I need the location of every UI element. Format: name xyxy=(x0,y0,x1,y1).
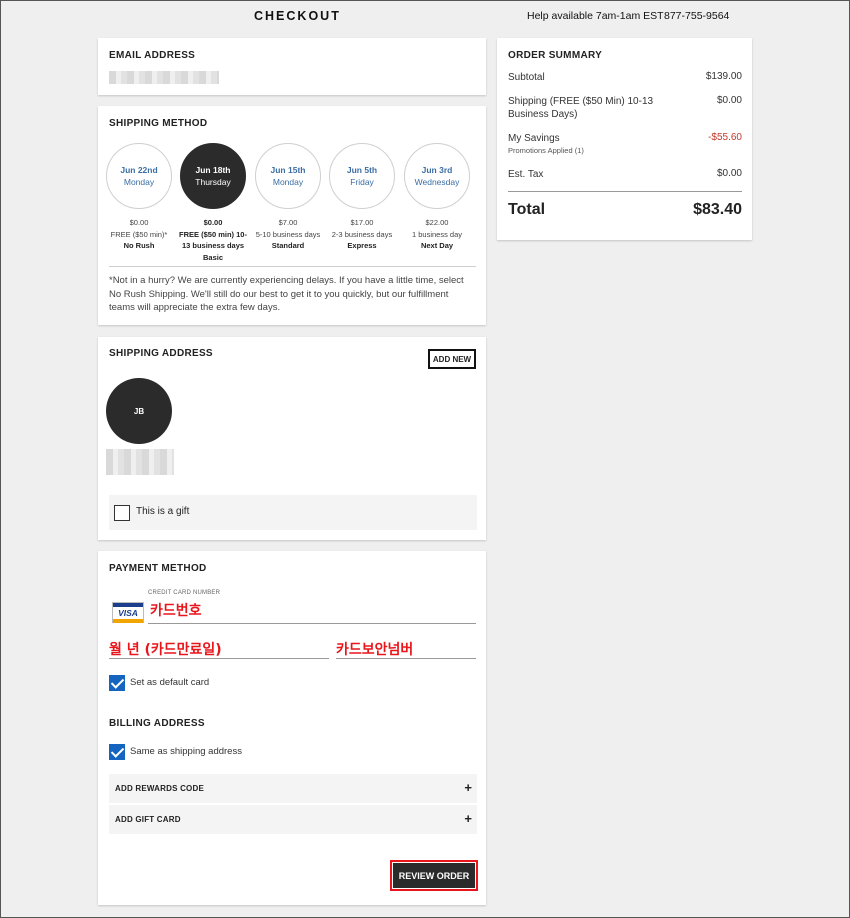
add-rewards-code-row[interactable]: ADD REWARDS CODE + xyxy=(109,774,477,803)
add-gift-card-row[interactable]: ADD GIFT CARD + xyxy=(109,805,477,834)
email-section-title: EMAIL ADDRESS xyxy=(109,50,196,61)
email-value-redacted xyxy=(109,71,219,84)
order-summary-title: ORDER SUMMARY xyxy=(508,50,603,61)
shipping-option-no-rush[interactable]: Jun 22nd Monday $0.00 FREE ($50 min)* No… xyxy=(105,143,173,252)
same-as-shipping-checkbox[interactable] xyxy=(109,744,125,760)
default-card-checkbox[interactable] xyxy=(109,675,125,691)
avatar[interactable]: JB xyxy=(106,378,172,444)
card-number-underline xyxy=(148,623,476,624)
payment-method-title: PAYMENT METHOD xyxy=(109,563,207,574)
shipping-name: Express xyxy=(347,241,377,250)
shipping-name: Next Day xyxy=(420,241,454,250)
card-number-label: CREDIT CARD NUMBER xyxy=(148,590,221,596)
shipping-name: Standard xyxy=(271,241,305,250)
shipping-desc: 5-10 business days xyxy=(255,229,321,239)
shipping-option-express[interactable]: Jun 5th Friday $17.00 2-3 business days … xyxy=(328,143,396,252)
plus-icon[interactable]: + xyxy=(464,811,472,826)
shipping-desc: 1 business day xyxy=(411,229,463,239)
shipping-name: No Rush xyxy=(123,241,155,250)
plus-icon[interactable]: + xyxy=(464,780,472,795)
shipping-price: $0.00 xyxy=(203,218,223,227)
help-phone-link[interactable]: 877-755-9564 xyxy=(664,10,729,22)
payment-section: PAYMENT METHOD CREDIT CARD NUMBER VISA 카… xyxy=(98,551,486,905)
email-section: EMAIL ADDRESS xyxy=(98,38,486,95)
shipping-desc: FREE ($50 min)* xyxy=(110,229,168,239)
card-number-input[interactable]: 카드번호 xyxy=(150,600,202,620)
address-redacted xyxy=(106,449,174,475)
shipping-address-section: SHIPPING ADDRESS ADD NEW JB This is a gi… xyxy=(98,337,486,540)
shipping-option-basic[interactable]: Jun 18th Thursday $0.00 FREE ($50 min) 1… xyxy=(179,143,247,263)
gift-option-row[interactable]: This is a gift xyxy=(109,495,477,530)
shipping-price: $22.00 xyxy=(425,218,449,227)
cvv-input[interactable]: 카드보안넘버 xyxy=(336,639,413,659)
gift-checkbox[interactable] xyxy=(114,505,130,521)
shipping-option-standard[interactable]: Jun 15th Monday $7.00 5-10 business days… xyxy=(254,143,322,252)
gift-checkbox-label: This is a gift xyxy=(136,506,190,517)
review-order-button[interactable]: REVIEW ORDER xyxy=(393,863,475,888)
shipping-address-title: SHIPPING ADDRESS xyxy=(109,348,213,359)
billing-address-title: BILLING ADDRESS xyxy=(109,718,205,729)
total-row: Total $83.40 xyxy=(508,201,742,218)
promotions-applied: Promotions Applied (1) xyxy=(508,146,584,155)
divider xyxy=(109,266,476,267)
expiry-input[interactable]: 월 년 (카드만료일) xyxy=(109,639,222,659)
order-summary-section: ORDER SUMMARY Subtotal $139.00 Shipping … xyxy=(497,38,752,240)
visa-card-icon: VISA xyxy=(112,602,144,623)
page-title: CHECKOUT xyxy=(254,9,341,23)
cvv-underline xyxy=(336,658,476,659)
shipping-desc: FREE ($50 min) 10-13 business days xyxy=(179,229,247,251)
shipping-price: $17.00 xyxy=(350,218,374,227)
shipping-date-circle[interactable]: Jun 22nd Monday xyxy=(106,143,172,209)
shipping-date-circle-selected[interactable]: Jun 18th Thursday xyxy=(180,143,246,209)
shipping-name: Basic xyxy=(202,252,223,262)
default-card-label: Set as default card xyxy=(130,677,210,688)
shipping-date-circle[interactable]: Jun 15th Monday xyxy=(255,143,321,209)
add-gift-card-label: ADD GIFT CARD xyxy=(115,815,181,824)
shipping-delay-note: *Not in a hurry? We are currently experi… xyxy=(109,275,464,313)
add-new-address-button[interactable]: ADD NEW xyxy=(428,349,476,369)
shipping-option-next-day[interactable]: Jun 3rd Wednesday $22.00 1 business day … xyxy=(403,143,471,252)
review-order-highlight: REVIEW ORDER xyxy=(390,860,478,891)
shipping-desc: 2-3 business days xyxy=(331,229,393,239)
help-hours-text: Help available 7am-1am EST xyxy=(527,10,664,22)
shipping-price: $0.00 xyxy=(129,218,149,227)
add-rewards-code-label: ADD REWARDS CODE xyxy=(115,784,204,793)
shipping-date-circle[interactable]: Jun 3rd Wednesday xyxy=(404,143,470,209)
shipping-date-circle[interactable]: Jun 5th Friday xyxy=(329,143,395,209)
shipping-price: $7.00 xyxy=(278,218,298,227)
same-as-shipping-label: Same as shipping address xyxy=(130,746,242,757)
shipping-method-title: SHIPPING METHOD xyxy=(109,118,208,129)
expiry-underline xyxy=(109,658,329,659)
shipping-method-section: SHIPPING METHOD Jun 22nd Monday $0.00 FR… xyxy=(98,106,486,325)
divider xyxy=(508,191,742,192)
